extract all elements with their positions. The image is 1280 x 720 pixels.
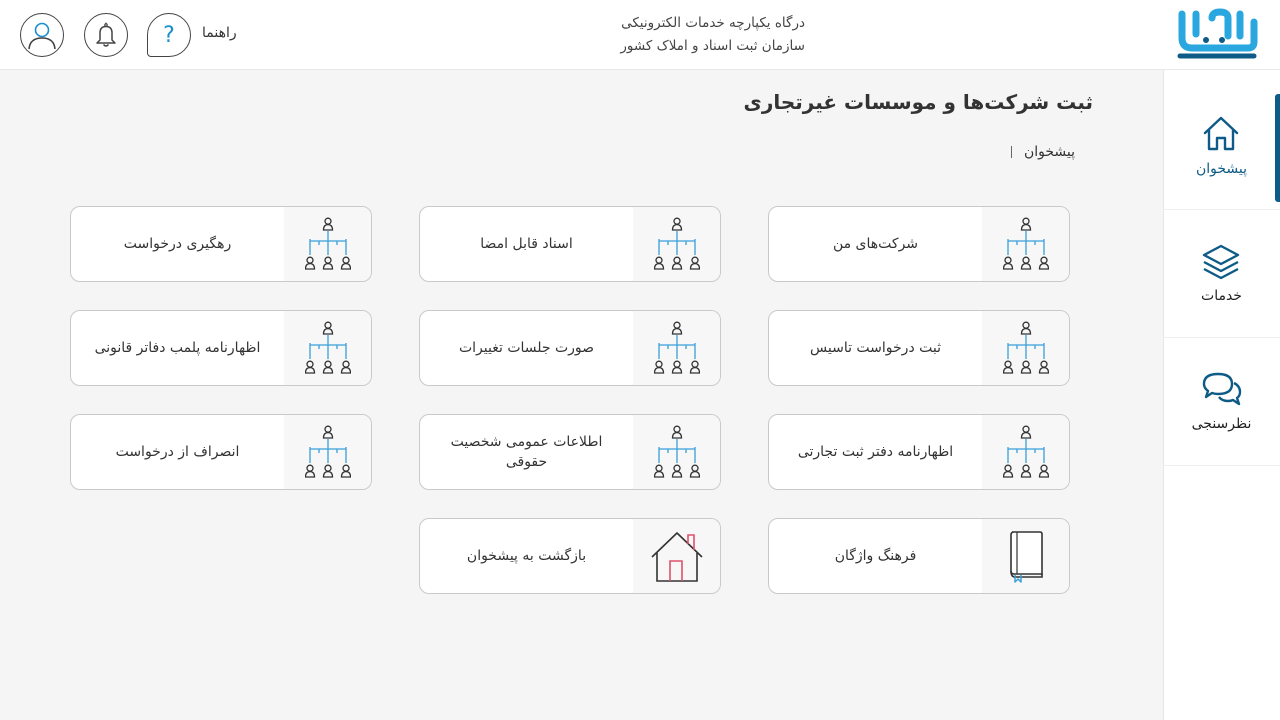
card-label: صورت جلسات تغییرات: [458, 340, 595, 356]
card-commercial-register-declaration[interactable]: اظهارنامه دفتر ثبت تجارتی: [768, 414, 1070, 490]
sidebar-item-dashboard[interactable]: پیشخوان: [1163, 70, 1280, 210]
notifications-button[interactable]: [84, 13, 128, 57]
user-icon: [28, 22, 56, 50]
card-icon-area: [982, 519, 1069, 593]
card-register-establishment[interactable]: ثبت درخواست تاسیس: [768, 310, 1070, 386]
sidebar-item-label: نظرسنجی: [1191, 416, 1252, 432]
card-label: فرهنگ واژگان: [834, 548, 917, 564]
org-chart-icon: [304, 217, 351, 270]
help-icon: ?: [163, 22, 175, 48]
org-chart-icon: [653, 217, 700, 270]
layers-icon: [1202, 244, 1240, 280]
breadcrumb: پیشخوان: [1010, 144, 1075, 160]
breadcrumb-item-dashboard[interactable]: پیشخوان: [1024, 144, 1075, 160]
card-icon-area: [633, 207, 720, 281]
card-label: شرکت‌های من: [832, 236, 919, 252]
org-chart-icon: [1002, 321, 1049, 374]
profile-button[interactable]: [20, 13, 64, 57]
card-label: ثبت درخواست تاسیس: [810, 340, 941, 356]
card-my-companies[interactable]: شرکت‌های من: [768, 206, 1070, 282]
card-glossary[interactable]: فرهنگ واژگان: [768, 518, 1070, 594]
org-chart-icon: [304, 425, 351, 478]
chat-icon: [1202, 372, 1242, 406]
sidebar-item-services[interactable]: خدمات: [1163, 210, 1280, 338]
page-title: ثبت شرکت‌ها و موسسات غیرتجاری: [743, 90, 1093, 114]
card-back-to-dashboard[interactable]: بازگشت به پیشخوان: [419, 518, 721, 594]
portal-title-line1: درگاه یکپارچه خدمات الکترونیکی: [621, 15, 805, 31]
card-label: انصراف از درخواست: [115, 444, 240, 460]
card-icon-area: [982, 311, 1069, 385]
card-label: بازگشت به پیشخوان: [466, 548, 587, 564]
sidebar: پیشخوان خدمات نظرسنجی: [1163, 70, 1280, 720]
org-chart-icon: [1002, 425, 1049, 478]
card-change-minutes[interactable]: صورت جلسات تغییرات: [419, 310, 721, 386]
card-label: اطلاعات عمومی شخصیت حقوقی: [450, 434, 603, 470]
home-icon: [1203, 116, 1239, 151]
help-button[interactable]: ?: [147, 13, 191, 57]
portal-title-line2: سازمان ثبت اسناد و املاک کشور: [620, 38, 805, 54]
card-label: اظهارنامه پلمب دفاتر قانونی: [94, 340, 261, 356]
org-chart-icon: [304, 321, 351, 374]
card-icon-area: [284, 415, 371, 489]
card-icon-area: [284, 207, 371, 281]
top-bar: درگاه یکپارچه خدمات الکترونیکی سازمان ثب…: [0, 0, 1280, 70]
logo-mark: [1177, 8, 1258, 59]
logo[interactable]: [1176, 8, 1258, 60]
card-icon-area: [284, 311, 371, 385]
card-cancel-request[interactable]: انصراف از درخواست: [70, 414, 372, 490]
card-legal-books-seal[interactable]: اظهارنامه پلمب دفاتر قانونی: [70, 310, 372, 386]
org-chart-icon: [1002, 217, 1049, 270]
card-label: رهگیری درخواست: [123, 236, 232, 252]
card-icon-area: [633, 519, 720, 593]
card-icon-area: [633, 415, 720, 489]
sidebar-item-label: خدمات: [1201, 288, 1242, 304]
org-chart-icon: [653, 425, 700, 478]
card-track-request[interactable]: رهگیری درخواست: [70, 206, 372, 282]
house-icon: [650, 532, 703, 582]
card-label: اسناد قابل امضا: [480, 236, 573, 252]
org-chart-icon: [653, 321, 700, 374]
card-legal-entity-info[interactable]: اطلاعات عمومی شخصیت حقوقی: [419, 414, 721, 490]
bell-icon: [96, 22, 116, 47]
portal-title: درگاه یکپارچه خدمات الکترونیکی سازمان ثب…: [620, 12, 805, 58]
card-icon-area: [982, 415, 1069, 489]
sidebar-item-label: پیشخوان: [1195, 161, 1248, 177]
card-label: اظهارنامه دفتر ثبت تجارتی: [797, 444, 954, 460]
card-icon-area: [982, 207, 1069, 281]
card-signable-documents[interactable]: اسناد قابل امضا: [419, 206, 721, 282]
card-icon-area: [633, 311, 720, 385]
guide-label[interactable]: راهنما: [202, 25, 237, 41]
book-icon: [1009, 531, 1043, 583]
sidebar-item-survey[interactable]: نظرسنجی: [1163, 338, 1280, 466]
breadcrumb-separator: [1010, 146, 1012, 158]
